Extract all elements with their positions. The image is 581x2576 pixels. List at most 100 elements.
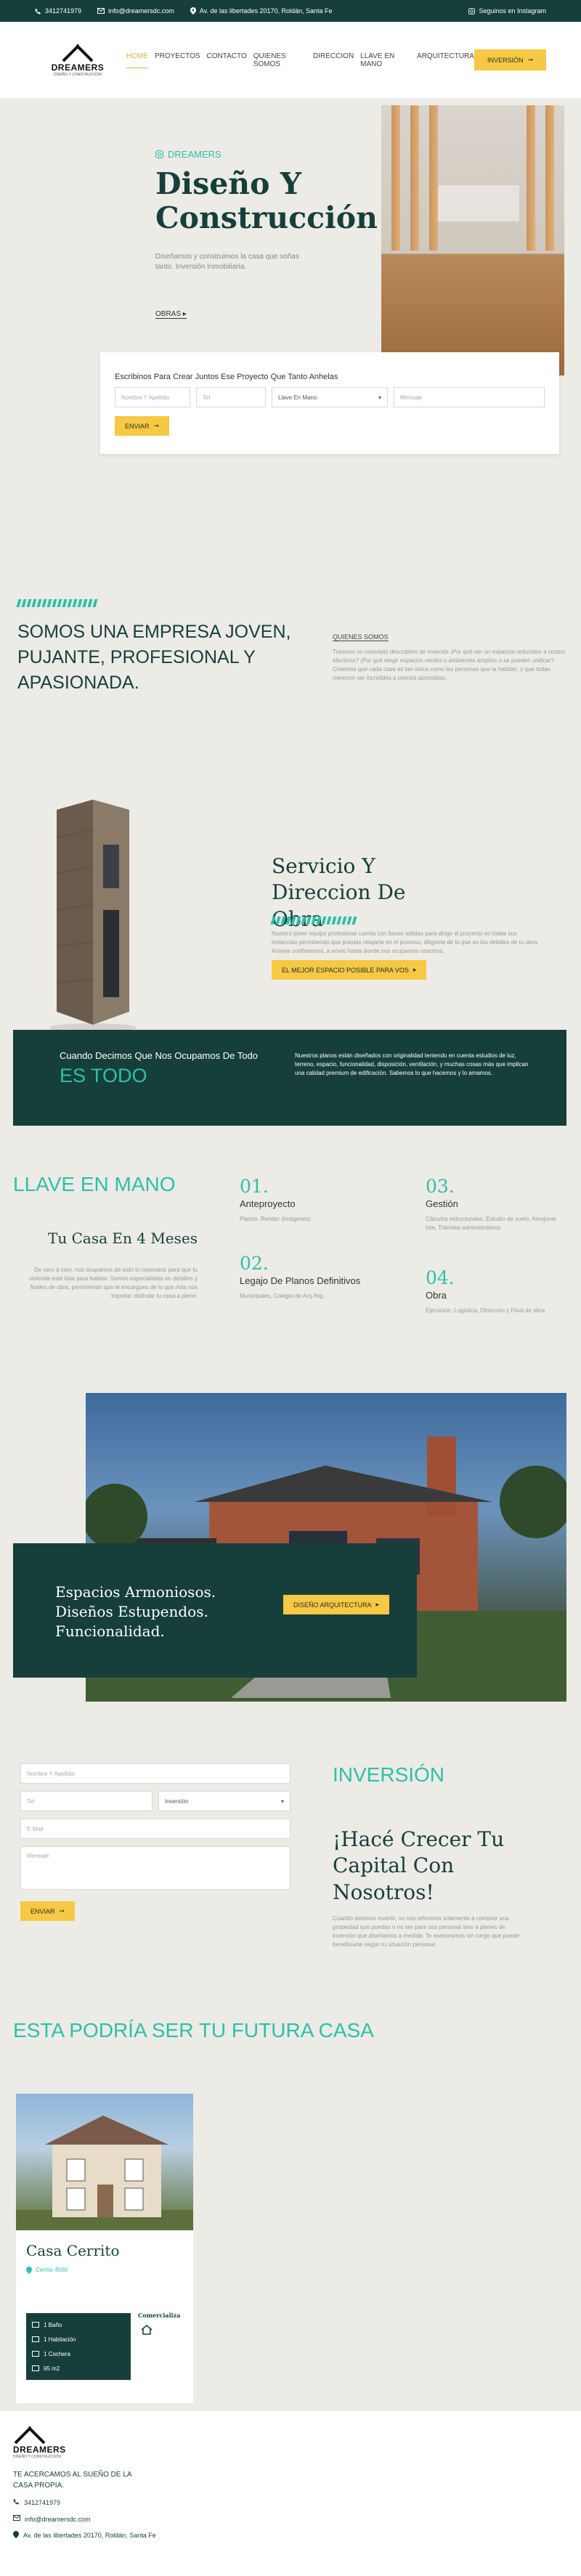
nav-arquitectura[interactable]: Arquitectura: [417, 52, 474, 68]
feature-label: 95 m2: [44, 2365, 60, 2372]
arrow-right-icon: ➞: [59, 1907, 65, 1914]
inv-type-select-value: Inversión: [165, 1797, 189, 1805]
location-pin-icon: [13, 2531, 19, 2539]
service-select-value: Llave En Mano: [278, 394, 317, 401]
wood-slat: [410, 105, 419, 251]
chevron-down-icon: ▾: [280, 1797, 284, 1805]
es-todo-text: Nuestros planos están diseñados con orig…: [295, 1052, 529, 1076]
footer-logo-text: DREAMERS: [13, 2445, 66, 2455]
topbar-phone-text: 3412741979: [45, 7, 82, 15]
inv-submit-button[interactable]: Enviar ➞: [20, 1901, 76, 1921]
about-title: SOMOS UNA EMPRESA JOVEN, PUJANTE, PROFES…: [17, 622, 291, 693]
step-anteproyecto: 01. Anteproyecto Planos. Render (Imágene…: [240, 1176, 378, 1224]
feature-garage: 1 Cochera: [32, 2347, 125, 2361]
footer-address-text: Av. de las libertades 20170, Roldán, San…: [23, 2532, 156, 2540]
service-select[interactable]: Llave En Mano ▾: [272, 387, 388, 407]
topbar-email-text: info@dreamersdc.com: [108, 7, 174, 15]
house-card-text: Espacios Armoniosos. Diseños Estupendos.…: [55, 1583, 216, 1640]
footer-logo-subtext: DISEÑO Y CONSTRUCCIÓN: [13, 2455, 61, 2459]
service-cta-button[interactable]: El mejor espacio posible para vos ▸: [272, 960, 427, 980]
hero-brand-text: DREAMERS: [168, 149, 222, 160]
location-pin-icon: [26, 2267, 32, 2274]
arrow-right-icon: ➞: [527, 56, 533, 63]
submit-button-label: Enviar: [125, 422, 150, 430]
topbar-address: Av. de las libertades 20170, Roldán, San…: [190, 7, 333, 15]
footer-email[interactable]: info@dreamersdc.com: [13, 2514, 158, 2524]
contact-form-title: Escribinos Para Crear Juntos Ese Proyect…: [115, 373, 338, 381]
nav-contacto[interactable]: Contacto: [207, 52, 247, 68]
property-name: Casa Cerrito: [26, 2242, 120, 2259]
logo[interactable]: DREAMERS DISEÑO Y CONSTRUCCIÓN: [46, 44, 109, 77]
topbar-email[interactable]: info@dreamersdc.com: [97, 7, 174, 15]
quienes-somos-link[interactable]: Quienes Somos: [333, 633, 389, 641]
topbar-instagram-text: Seguinos en Instagram: [479, 7, 546, 15]
site-header: DREAMERS DISEÑO Y CONSTRUCCIÓN Home Proy…: [0, 22, 581, 98]
phone-icon: [13, 2498, 20, 2505]
footer-email-text: info@dreamersdc.com: [25, 2515, 91, 2523]
chevron-down-icon: ▾: [378, 394, 381, 401]
inv-name-input[interactable]: Nombre Y Apellido: [20, 1763, 290, 1784]
obras-link-label: OBRAS: [155, 310, 182, 318]
wood-slat: [527, 105, 535, 251]
property-location: Cerrito 4500: [26, 2267, 193, 2274]
step-name: Gestión: [426, 1198, 458, 1209]
inversion-title: INVERSIÓN: [333, 1763, 445, 1786]
step-number: 04.: [426, 1267, 455, 1288]
topbar-instagram[interactable]: Seguinos en Instagram: [468, 7, 546, 15]
es-todo-intro: Cuando Decimos Que Nos Ocupamos De Todo: [60, 1050, 258, 1061]
top-bar: 3412741979 info@dreamersdc.com Av. de la…: [0, 0, 581, 22]
nav-quienes-somos[interactable]: Quienes Somos: [253, 52, 306, 68]
obras-link[interactable]: OBRAS ▸: [155, 310, 187, 319]
inv-type-select[interactable]: Inversión ▾: [158, 1791, 290, 1811]
topbar-phone[interactable]: 3412741979: [35, 7, 81, 15]
nav-proyectos[interactable]: Proyectos: [155, 52, 200, 68]
house-logo-icon: [14, 2426, 46, 2445]
topbar-address-text: Av. de las libertades 20170, Roldán, San…: [199, 7, 333, 15]
service-text: Nuestro joven equipo profesional cuenta …: [272, 930, 539, 954]
house-card: Espacios Armoniosos. Diseños Estupendos.…: [13, 1543, 417, 1678]
inversion-button[interactable]: Inversión ➞: [474, 49, 546, 70]
inversion-heading: ¡Hacé Crecer Tu Capital Con Nosotros!: [333, 1827, 505, 1904]
footer-logo[interactable]: DREAMERS DISEÑO Y CONSTRUCCIÓN: [13, 2426, 100, 2459]
nav-llave-en-mano[interactable]: Llave En Mano: [360, 52, 410, 68]
inv-message-input[interactable]: Mensaje: [20, 1846, 290, 1890]
inv-phone-input[interactable]: Tel: [20, 1791, 153, 1811]
nav-direccion[interactable]: Direccion: [313, 52, 354, 68]
footer-phone[interactable]: 3412741979: [13, 2498, 158, 2508]
step-description: Ejecución, Logística, Dirección y Final …: [426, 1307, 545, 1314]
location-pin-icon: [190, 7, 196, 15]
arquitectura-button[interactable]: Diseño Arquitectura ▸: [283, 1595, 390, 1614]
phone-icon: [35, 8, 41, 15]
property-card[interactable]: Casa Cerrito Cerrito 4500 1 Baño 1 Habit…: [16, 2094, 193, 2403]
inv-email-input[interactable]: E-Mail: [20, 1819, 290, 1839]
llave-en-mano-section: LLAVE EN MANO Tu Casa En 4 Meses De cero…: [0, 1166, 581, 1340]
service-cta-label: El mejor espacio posible para vos: [282, 966, 409, 974]
future-house-title: ESTA PODRÍA SER TU FUTURA CASA: [13, 2019, 374, 2041]
step-number: 01.: [240, 1176, 269, 1197]
hero-brand: DREAMERS: [155, 149, 222, 160]
mail-icon: [97, 8, 105, 14]
arquitectura-button-label: Diseño Arquitectura: [293, 1601, 372, 1609]
instagram-icon: [468, 7, 476, 15]
caret-right-icon: ▸: [413, 966, 417, 973]
phone-input[interactable]: Tel: [196, 387, 266, 407]
llave-description: De cero a cien, nos ocupamos de todo lo …: [28, 1267, 198, 1299]
hero-description: Diseñamos y construimos la casa que soña…: [155, 253, 299, 271]
step-number: 02.: [240, 1253, 269, 1274]
message-input[interactable]: Mensaje: [394, 387, 545, 407]
inversion-text: Cuando decimos invertir, no nos referimo…: [333, 1915, 519, 1948]
nav-home[interactable]: Home: [126, 52, 148, 68]
contact-form: Escribinos Para Crear Juntos Ese Proyect…: [100, 352, 559, 454]
feature-label: 1 Habitación: [44, 2336, 76, 2343]
footer-address: Av. de las libertades 20170, Roldán, San…: [13, 2531, 158, 2540]
bath-icon: [32, 2322, 39, 2328]
name-input[interactable]: Nombre Y Apellido: [115, 387, 190, 407]
architecture-section: Espacios Armoniosos. Diseños Estupendos.…: [0, 1393, 581, 1705]
llave-subtitle: Tu Casa En 4 Meses: [48, 1230, 198, 1247]
contact-form-fields: Nombre Y Apellido Tel Llave En Mano ▾ Men…: [115, 387, 545, 407]
inversion-form: Nombre Y Apellido Tel Inversión ▾ E-Mail …: [20, 1763, 290, 1921]
es-todo-banner: Cuando Decimos Que Nos Ocupamos De Todo …: [13, 1030, 566, 1126]
feature-bath: 1 Baño: [32, 2317, 125, 2332]
submit-button[interactable]: Enviar ➞: [115, 416, 170, 436]
step-legajo: 02. Legajo De Planos Definitivos Municip…: [240, 1253, 378, 1301]
